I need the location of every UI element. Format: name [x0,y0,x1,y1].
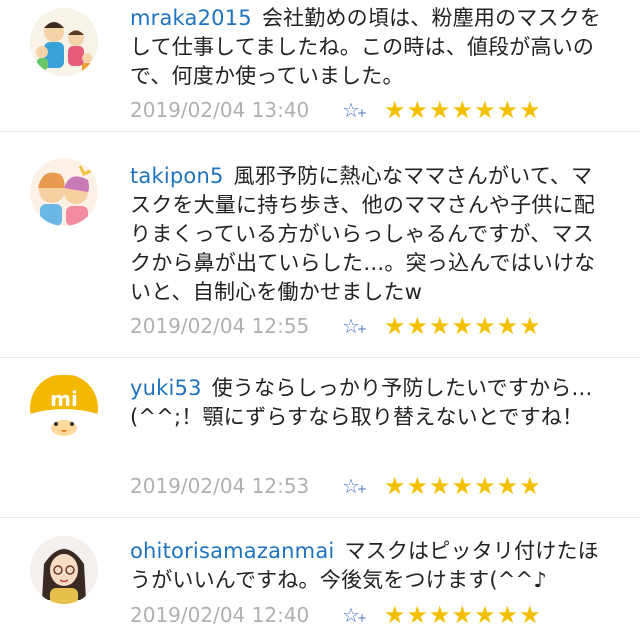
comment-meta: 2019/02/04 12:53 ☆ + ★★★★★★★ [130,471,542,501]
add-star-button[interactable]: ☆ + [342,98,384,122]
mi-logo-avatar-icon: mi [30,374,98,442]
add-star-button[interactable]: ☆ + [342,474,384,498]
comment-item: takipon5 風邪予防に熱心なママさんがいて、マスクを大量に持ち歩き、他のママ… [0,132,640,352]
plus-icon: + [357,322,368,336]
woman-avatar-icon [30,536,98,604]
comment-meta: 2019/02/04 13:40 ☆ + ★★★★★★★ [130,95,542,125]
comment-text: yuki53 使うならしっかり予防したいですから…(^^;！顎にずらすなら取り替え… [130,374,610,432]
comment-meta: 2019/02/04 12:55 ☆ + ★★★★★★★ [130,311,542,341]
plus-icon: + [357,106,368,120]
svg-text:mi: mi [50,387,78,411]
star-rating: ★★★★★★★ [384,96,542,124]
comment-item: mraka2015 会社勤めの頃は、粉塵用のマスクをして仕事してましたね。この時は… [0,0,640,130]
timestamp: 2019/02/04 12:55 [130,314,310,338]
timestamp: 2019/02/04 12:53 [130,474,310,498]
user-avatar[interactable]: mi [30,374,98,442]
timestamp: 2019/02/04 12:40 [130,603,310,627]
plus-icon: + [357,611,368,625]
user-avatar[interactable] [30,8,98,76]
comment-item: ohitorisamazanmai マスクはピッタリ付けたほうがいいんですね。今後… [0,518,640,635]
star-rating: ★★★★★★★ [384,472,542,500]
comment-meta: 2019/02/04 12:40 ☆ + ★★★★★★★ [130,600,542,630]
kids-avatar-icon [30,158,98,226]
username-link[interactable]: takipon5 [130,164,224,188]
timestamp: 2019/02/04 13:40 [130,98,310,122]
add-star-button[interactable]: ☆ + [342,314,384,338]
add-star-button[interactable]: ☆ + [342,603,384,627]
comment-text: takipon5 風邪予防に熱心なママさんがいて、マスクを大量に持ち歩き、他のママ… [130,162,610,307]
user-avatar[interactable] [30,158,98,226]
comment-text: mraka2015 会社勤めの頃は、粉塵用のマスクをして仕事してましたね。この時は… [130,4,610,91]
comment-item: mi yuki53 使うならしっかり予防したいですから…(^^;！顎にずらすなら取… [0,358,640,508]
plus-icon: + [357,482,368,496]
user-avatar[interactable] [30,536,98,604]
family-avatar-icon [30,8,98,76]
username-link[interactable]: yuki53 [130,376,202,400]
username-link[interactable]: ohitorisamazanmai [130,539,334,563]
star-rating: ★★★★★★★ [384,312,542,340]
comment-text: ohitorisamazanmai マスクはピッタリ付けたほうがいいんですね。今後… [130,537,610,595]
username-link[interactable]: mraka2015 [130,6,252,30]
star-rating: ★★★★★★★ [384,601,542,629]
